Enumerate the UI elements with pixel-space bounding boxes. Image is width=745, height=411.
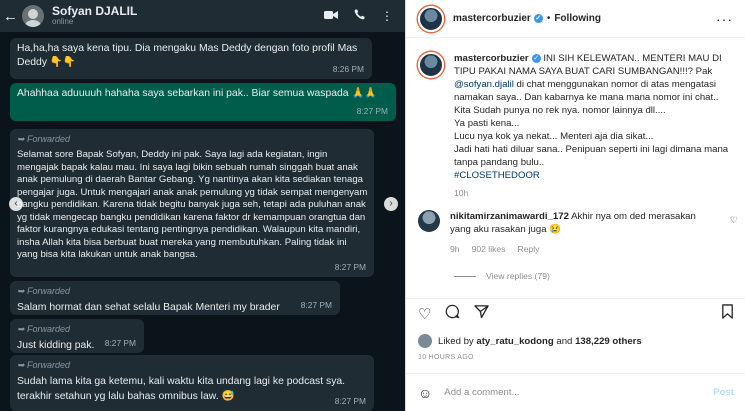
caption-line: Jadi hati hati diluar sana.. Penipuan se… [454, 144, 729, 169]
message-text: Ha,ha,ha saya kena tipu. Dia mengaku Mas… [17, 43, 358, 69]
post-actions: ♡ [406, 298, 745, 328]
liked-by: Liked by aty_ratu_kodong and 138,229 oth… [418, 334, 642, 348]
post-header: mastercorbuzier ✓ • Following ··· [406, 0, 745, 38]
caption-mention-link[interactable]: @sofyan.djalil [454, 79, 514, 90]
avatar[interactable] [22, 5, 44, 27]
liked-by-prefix: Liked by [438, 335, 474, 347]
message-bubble[interactable]: Ha,ha,ha saya kena tipu. Dia mengaku Mas… [10, 38, 372, 79]
comment-content: nikitamirzanimawardi_172 Akhir nya om de… [450, 210, 715, 256]
whatsapp-screenshot: ← Sofyan DJALIL online ⋮ Ha,ha,ha saya k… [0, 0, 405, 411]
message-time: 8:27 PM [334, 262, 366, 273]
message-time: 8:26 PM [332, 64, 364, 75]
forwarded-text: Forwarded [27, 286, 71, 296]
comment-icon[interactable] [445, 304, 460, 323]
avatar[interactable] [418, 334, 432, 348]
message-bubble[interactable]: ➥ Forwarded Selamat sore Bapak Sofyan, D… [10, 129, 374, 277]
chevron-left-icon[interactable]: ‹ [9, 197, 23, 211]
liked-by-user[interactable]: aty_ratu_kodong [476, 336, 553, 347]
caption-text: mastercorbuzier ✓ INI SIH KELEWATAN.. MEN… [454, 52, 734, 200]
chevron-right-icon[interactable]: › [384, 197, 398, 211]
more-vert-icon[interactable]: ⋮ [381, 9, 393, 23]
liked-by-count[interactable]: 138,229 others [575, 336, 642, 347]
video-call-icon[interactable] [324, 9, 338, 23]
message-time: 8:27 PM [300, 300, 332, 311]
message-text: Sudah lama kita ga ketemu, kali waktu ki… [17, 376, 346, 402]
share-icon[interactable] [474, 304, 490, 323]
message-text: Selamat sore Bapak Sofyan, Deddy ini pak… [17, 149, 368, 261]
comment-meta: 9h 902 likes Reply [450, 244, 715, 256]
comment-username[interactable]: nikitamirzanimawardi_172 [450, 211, 569, 222]
avatar[interactable] [418, 52, 444, 78]
caption-age: 10h [454, 188, 469, 199]
divider [454, 275, 476, 277]
forwarded-text: Forwarded [27, 134, 71, 144]
forwarded-label: ➥ Forwarded [17, 286, 71, 296]
instagram-panel: mastercorbuzier ✓ • Following ··· masterc… [405, 0, 745, 411]
post-button[interactable]: Post [713, 387, 734, 398]
liked-by-middle: and [556, 335, 573, 347]
message-bubble[interactable]: ➥ Forwarded Salam hormat dan sehat selal… [10, 281, 340, 315]
forwarded-label: ➥ Forwarded [17, 134, 71, 144]
comment-input[interactable] [444, 387, 685, 398]
forwarded-label: ➥ Forwarded [17, 360, 71, 370]
post-timestamp: 10 HOURS AGO [418, 354, 474, 361]
post-username[interactable]: mastercorbuzier ✓ [453, 13, 543, 24]
message-text: Salam hormat dan sehat selalu Bapak Ment… [17, 302, 280, 314]
reply-button[interactable]: Reply [517, 244, 539, 256]
add-comment-bar: ☺ Post [406, 373, 745, 411]
forwarded-text: Forwarded [27, 324, 71, 334]
verified-icon: ✓ [533, 14, 543, 23]
caption-hashtag-link[interactable]: #CLOSETHEDOOR [454, 169, 734, 182]
verified-icon: ✓ [531, 54, 541, 63]
comment-likes[interactable]: 902 likes [472, 244, 506, 256]
avatar[interactable] [418, 210, 440, 232]
contact-status: online [52, 17, 74, 27]
phone-icon[interactable] [354, 9, 365, 23]
message-time: 8:27 PM [104, 338, 136, 349]
message-bubble[interactable]: Ahahhaa aduuuuh hahaha saya sebarkan ini… [10, 83, 396, 121]
more-horiz-icon[interactable]: ··· [716, 11, 733, 27]
following-button[interactable]: Following [554, 13, 601, 24]
arrow-left-icon[interactable]: ← [3, 8, 19, 25]
bookmark-icon[interactable] [721, 304, 734, 323]
chat-body: Ha,ha,ha saya kena tipu. Dia mengaku Mas… [0, 32, 405, 411]
caption-line: Ya pasti kena... [454, 118, 520, 130]
contact-info[interactable]: Sofyan DJALIL online [52, 4, 137, 27]
emoji-icon[interactable]: ☺ [418, 385, 432, 401]
username-text: mastercorbuzier [453, 13, 531, 24]
message-time: 8:27 PM [356, 106, 388, 117]
comment: nikitamirzanimawardi_172 Akhir nya om de… [418, 210, 738, 256]
heart-icon[interactable]: ♡ [730, 215, 738, 226]
forwarded-text: Forwarded [27, 360, 71, 370]
view-replies-label: View replies (79) [486, 271, 550, 281]
heart-icon[interactable]: ♡ [418, 305, 431, 323]
message-text: Ahahhaa aduuuuh hahaha saya sebarkan ini… [17, 88, 378, 99]
forwarded-label: ➥ Forwarded [17, 324, 71, 334]
message-time: 8:27 PM [334, 396, 366, 407]
caption-username[interactable]: mastercorbuzier [454, 53, 529, 64]
message-bubble[interactable]: ➥ Forwarded Just kidding pak. 8:27 PM [10, 319, 144, 353]
message-bubble[interactable]: ➥ Forwarded Sudah lama kita ga ketemu, k… [10, 355, 374, 411]
chat-header: ← Sofyan DJALIL online ⋮ [0, 0, 405, 32]
avatar[interactable] [418, 5, 444, 32]
separator-dot: • [546, 13, 551, 24]
caption-line: Lucu nya kok ya nekat... Menteri aja dia… [454, 131, 654, 143]
caption: mastercorbuzier ✓ INI SIH KELEWATAN.. MEN… [418, 52, 738, 200]
comment-age: 9h [450, 244, 460, 255]
view-replies-button[interactable]: View replies (79) [454, 271, 550, 281]
